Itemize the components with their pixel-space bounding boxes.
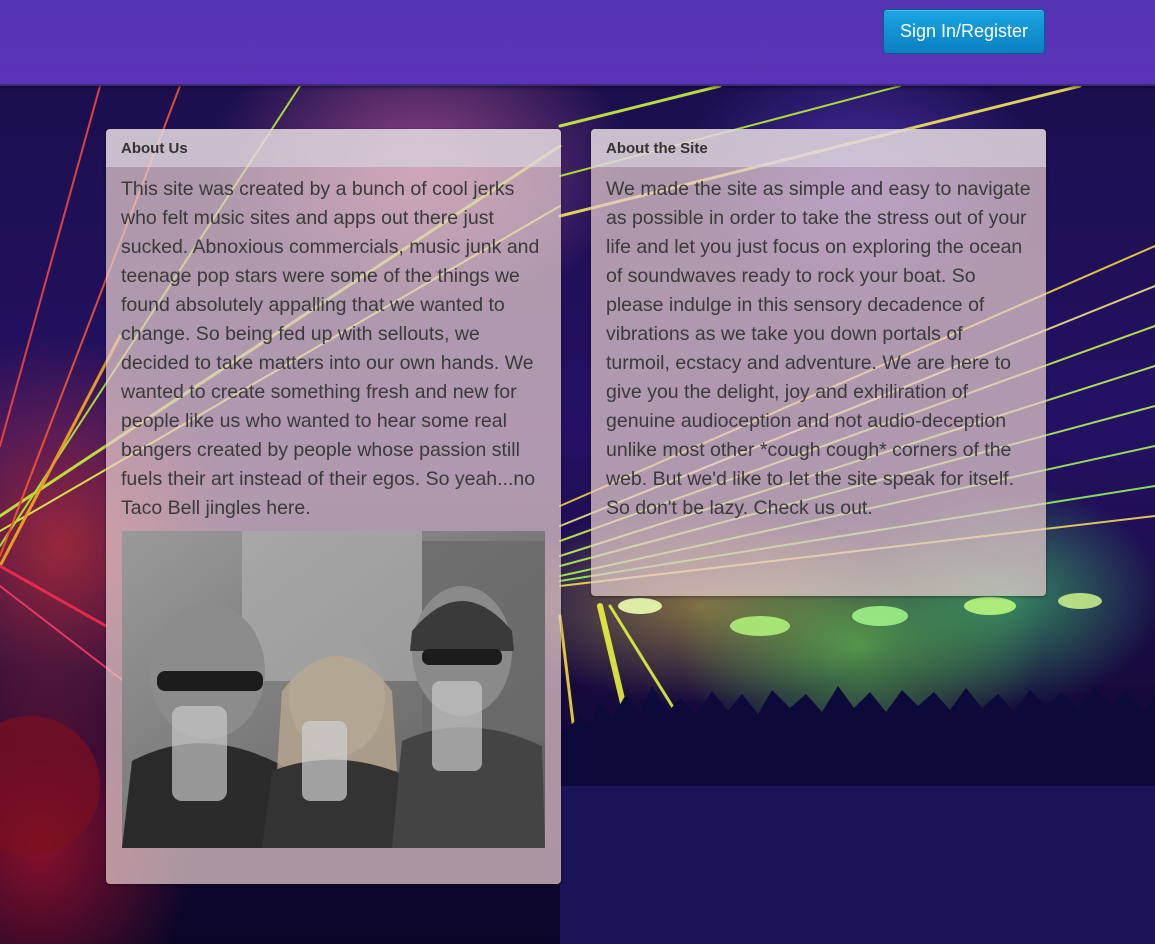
about-us-heading: About Us [106,129,561,167]
top-navbar: Sign In/Register [0,0,1155,86]
group-photo [122,531,545,848]
sign-in-register-button[interactable]: Sign In/Register [883,9,1045,54]
about-us-text: This site was created by a bunch of cool… [121,178,540,519]
about-site-heading: About the Site [591,129,1046,167]
about-site-text: We made the site as simple and easy to n… [606,178,1031,519]
about-site-panel: About the Site We made the site as simpl… [591,129,1046,596]
about-us-panel: About Us This site was created by a bunc… [106,129,561,884]
group-photo-image [122,531,545,848]
